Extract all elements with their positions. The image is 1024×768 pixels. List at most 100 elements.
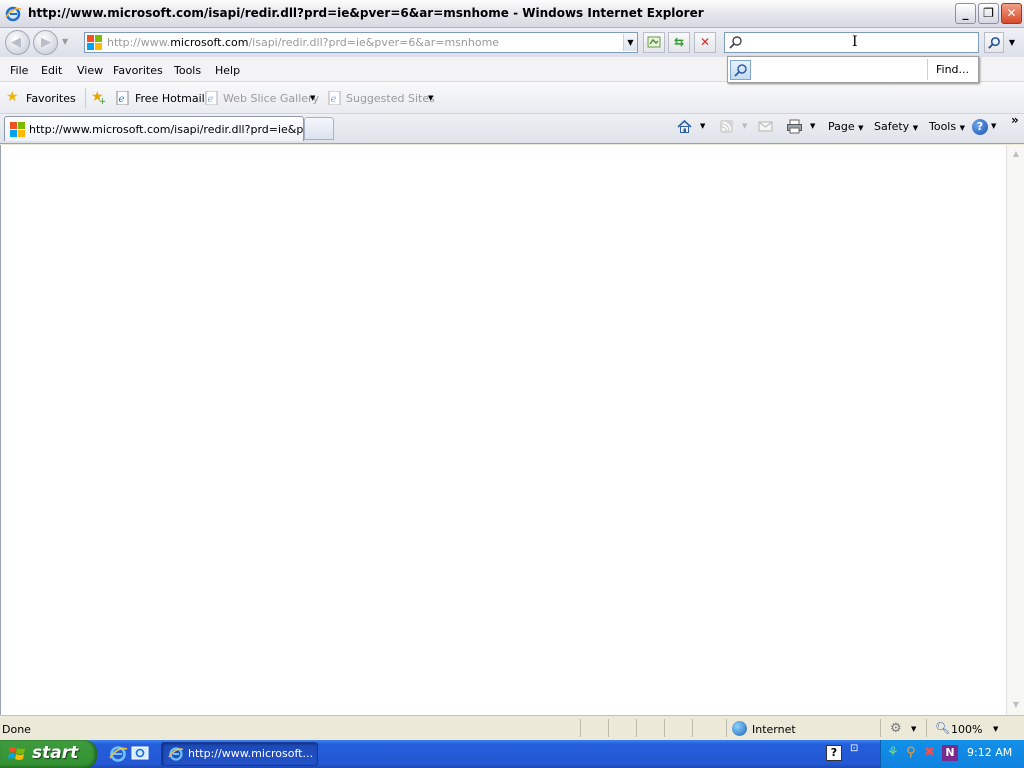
chevron-down-icon: ▼ <box>1008 38 1016 47</box>
minimize-button[interactable]: _ <box>955 3 976 24</box>
start-button[interactable]: start <box>0 740 97 768</box>
menu-tools[interactable]: Tools <box>174 64 201 77</box>
chevron-down-icon[interactable]: ▼ <box>310 94 315 102</box>
address-bar[interactable]: http://www.microsoft.com/isapi/redir.dll… <box>84 32 638 53</box>
taskbar-button-ie[interactable]: http://www.microsoft... <box>161 742 318 766</box>
favorites-label: Favorites <box>26 92 76 105</box>
address-url[interactable]: http://www.microsoft.com/isapi/redir.dll… <box>107 36 499 49</box>
web-slice-icon: e <box>205 90 219 106</box>
onenote-icon[interactable]: N <box>942 745 958 761</box>
clock: 9:12 AM <box>967 746 1013 759</box>
status-divider <box>608 719 609 737</box>
menu-edit[interactable]: Edit <box>41 64 62 77</box>
mail-icon <box>758 121 773 132</box>
star-icon: ★ <box>6 89 19 105</box>
restore-icon: ❐ <box>983 6 994 20</box>
status-text: Done <box>2 723 31 736</box>
page-content[interactable] <box>0 145 1006 715</box>
stop-button[interactable]: ✕ <box>694 32 716 53</box>
vertical-scrollbar[interactable]: ▲ ▼ <box>1006 145 1024 715</box>
chevron-down-icon[interactable]: ▼ <box>911 725 916 733</box>
print-button[interactable] <box>786 118 803 135</box>
scroll-down-icon[interactable]: ▼ <box>1008 697 1024 713</box>
back-arrow-icon: ◀ <box>11 35 21 50</box>
microsoft-logo-icon <box>10 122 25 137</box>
start-label: start <box>32 743 79 763</box>
windows-flag-icon <box>8 747 25 760</box>
tab-active[interactable]: http://www.microsoft.com/isapi/redir.dll… <box>4 116 331 141</box>
menu-favorites[interactable]: Favorites <box>113 64 163 77</box>
quicklaunch-desktop-icon[interactable] <box>130 744 150 764</box>
ie-logo-icon <box>5 6 22 22</box>
security-alert-icon[interactable]: ✖ <box>924 745 940 761</box>
fav-link-free-hotmail[interactable]: Free Hotmail <box>135 92 205 105</box>
favbar-divider <box>85 88 86 108</box>
safety-menu-button[interactable]: Safety ▼ <box>874 120 918 133</box>
add-to-favorites-icon[interactable]: ★+ <box>91 89 111 107</box>
taskbar-button-label: http://www.microsoft... <box>188 747 313 760</box>
quicklaunch-ie-icon[interactable] <box>108 744 128 764</box>
forward-button[interactable]: ▶ <box>33 30 58 55</box>
more-commands-icon[interactable]: » <box>1011 113 1019 127</box>
protected-mode-icon[interactable]: ⚙ <box>890 721 902 736</box>
menu-help[interactable]: Help <box>215 64 240 77</box>
search-options-dropdown[interactable]: ▼ <box>1006 32 1018 53</box>
restore-button[interactable]: ❐ <box>978 3 999 24</box>
chevron-down-icon[interactable]: ▼ <box>700 122 705 130</box>
favorites-button[interactable]: ★ Favorites <box>6 89 82 108</box>
svg-text:e: e <box>331 94 337 105</box>
title-bar[interactable]: http://www.microsoft.com/isapi/redir.dll… <box>0 0 1024 28</box>
search-tray-icon[interactable]: ⚲ <box>906 745 922 761</box>
tab-label: http://www.microsoft.com/isapi/redir.dll… <box>29 123 331 136</box>
chevron-down-icon: ▼ <box>912 124 919 132</box>
close-button[interactable]: ✕ <box>1001 3 1022 24</box>
language-help-icon[interactable]: ? <box>826 745 842 761</box>
compatibility-view-button[interactable] <box>643 32 665 53</box>
back-button[interactable]: ◀ <box>5 30 30 55</box>
safety-menu-label: Safety <box>874 120 910 133</box>
compatibility-icon <box>647 36 661 48</box>
search-input[interactable] <box>747 34 972 51</box>
network-icon[interactable]: ⚘ <box>887 745 903 761</box>
search-go-button[interactable] <box>984 32 1004 53</box>
chevron-down-icon[interactable]: ▼ <box>993 725 998 733</box>
ie-logo-icon <box>168 747 184 761</box>
status-divider <box>664 719 665 737</box>
search-icon <box>734 64 747 77</box>
zoom-icon: 🔍︎ <box>935 721 951 735</box>
menu-file[interactable]: File <box>10 64 28 77</box>
chevron-down-icon: ▼ <box>627 38 634 47</box>
status-divider <box>692 719 693 737</box>
tools-menu-button[interactable]: Tools ▼ <box>929 120 965 133</box>
search-icon <box>729 36 742 49</box>
zoom-level[interactable]: 100% <box>951 723 982 736</box>
address-dropdown-button[interactable]: ▼ <box>623 34 637 51</box>
home-button[interactable] <box>676 118 693 135</box>
fav-link-web-slice-gallery[interactable]: Web Slice Gallery <box>223 92 319 105</box>
page-menu-button[interactable]: Page ▼ <box>828 120 864 133</box>
help-icon[interactable]: ? <box>972 119 988 135</box>
window-title: http://www.microsoft.com/isapi/redir.dll… <box>28 6 704 20</box>
tray-options-icon[interactable]: ⊡ <box>850 743 858 754</box>
url-path: /isapi/redir.dll?prd=ie&pver=6&ar=msnhom… <box>248 36 500 49</box>
chevron-down-icon[interactable]: ▼ <box>991 122 996 130</box>
refresh-icon: ⇆ <box>673 35 685 49</box>
read-mail-button[interactable] <box>757 118 774 135</box>
security-zone-label[interactable]: Internet <box>752 723 796 736</box>
new-tab-button[interactable] <box>304 117 334 140</box>
chevron-down-icon[interactable]: ▼ <box>428 94 433 102</box>
chevron-down-icon[interactable]: ▼ <box>810 122 815 130</box>
chevron-down-icon: ▼ <box>742 122 748 130</box>
search-provider-button[interactable] <box>730 60 751 80</box>
find-on-page-link[interactable]: Find... <box>936 63 969 76</box>
recent-pages-dropdown-icon[interactable]: ▼ <box>62 37 68 46</box>
home-icon <box>677 119 692 133</box>
svg-text:e: e <box>119 94 125 105</box>
menu-view[interactable]: View <box>77 64 103 77</box>
feeds-button[interactable] <box>718 118 735 135</box>
scroll-up-icon[interactable]: ▲ <box>1008 146 1024 162</box>
tools-menu-label: Tools <box>929 120 957 133</box>
fav-link-suggested-sites[interactable]: Suggested Sites <box>346 92 435 105</box>
refresh-button[interactable]: ⇆ <box>668 32 690 53</box>
chevron-down-icon: ▼ <box>858 124 864 132</box>
